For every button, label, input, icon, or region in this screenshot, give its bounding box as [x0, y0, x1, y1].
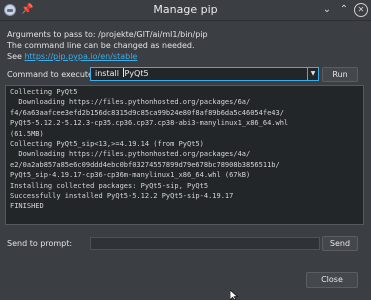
output-line: Downloading https://files.pythonhosted.o… — [10, 150, 251, 159]
pip-docs-link[interactable]: https://pip.pypa.io/en/stable — [24, 52, 137, 61]
output-line: Successfully installed PyQt5-5.12.2 PyQt… — [10, 192, 234, 201]
window-title: Manage pip — [153, 3, 218, 16]
output-line: Collecting PyQt5_sip<13,>=4.19.14 (from … — [10, 140, 204, 149]
command-input[interactable]: install PyQt5 — [90, 67, 308, 81]
output-line: Collecting PyQt5 — [10, 88, 78, 96]
command-value-before-caret: install — [95, 69, 122, 78]
minimize-button[interactable]: ⌄ — [320, 3, 334, 17]
see-label: See — [7, 52, 22, 61]
output-console[interactable]: Collecting PyQt5 Downloading https://fil… — [5, 85, 364, 225]
chevron-down-icon[interactable]: ▼ — [308, 67, 319, 81]
mouse-cursor-icon — [230, 290, 239, 300]
output-line: (61.5MB) — [10, 129, 44, 138]
output-line: e2/0a2ab857a85e6c09ddd4ebc0bf03274557899… — [10, 160, 280, 169]
maximize-button[interactable]: ⌃ — [337, 3, 351, 17]
command-label: Command to execute: — [7, 70, 96, 79]
output-line: PyQt5_sip-4.19.17-cp36-cp36m-manylinux1_… — [10, 171, 251, 180]
title-bar: 📌 Manage pip ⌄ ⌃ ✕ — [0, 0, 371, 21]
run-button[interactable]: Run — [322, 67, 358, 82]
output-line: FINISHED — [10, 202, 44, 211]
output-line: Downloading https://files.pythonhosted.o… — [10, 98, 251, 107]
prompt-label: Send to prompt: — [7, 239, 73, 248]
send-button[interactable]: Send — [322, 236, 358, 251]
output-line: PyQt5-5.12.2-5.12.3-cp35.cp36.cp37.cp38-… — [10, 119, 289, 128]
editable-info: The command line can be changed as neede… — [7, 41, 195, 50]
see-line: See https://pip.pypa.io/en/stable — [7, 51, 137, 62]
close-window-button[interactable]: ✕ — [354, 3, 368, 17]
command-value-after-caret: PyQt5 — [124, 69, 149, 78]
arguments-info: Arguments to pass to: /projekte/GIT/ai/m… — [7, 30, 208, 39]
close-button[interactable]: Close — [306, 272, 358, 288]
prompt-input[interactable] — [90, 237, 320, 250]
output-line: Installing collected packages: PyQt5-sip… — [10, 181, 209, 190]
output-line: f4/6a63aafcee3efd2b156dc8315d9c85ca99b24… — [10, 108, 284, 117]
text-caret — [122, 68, 124, 77]
